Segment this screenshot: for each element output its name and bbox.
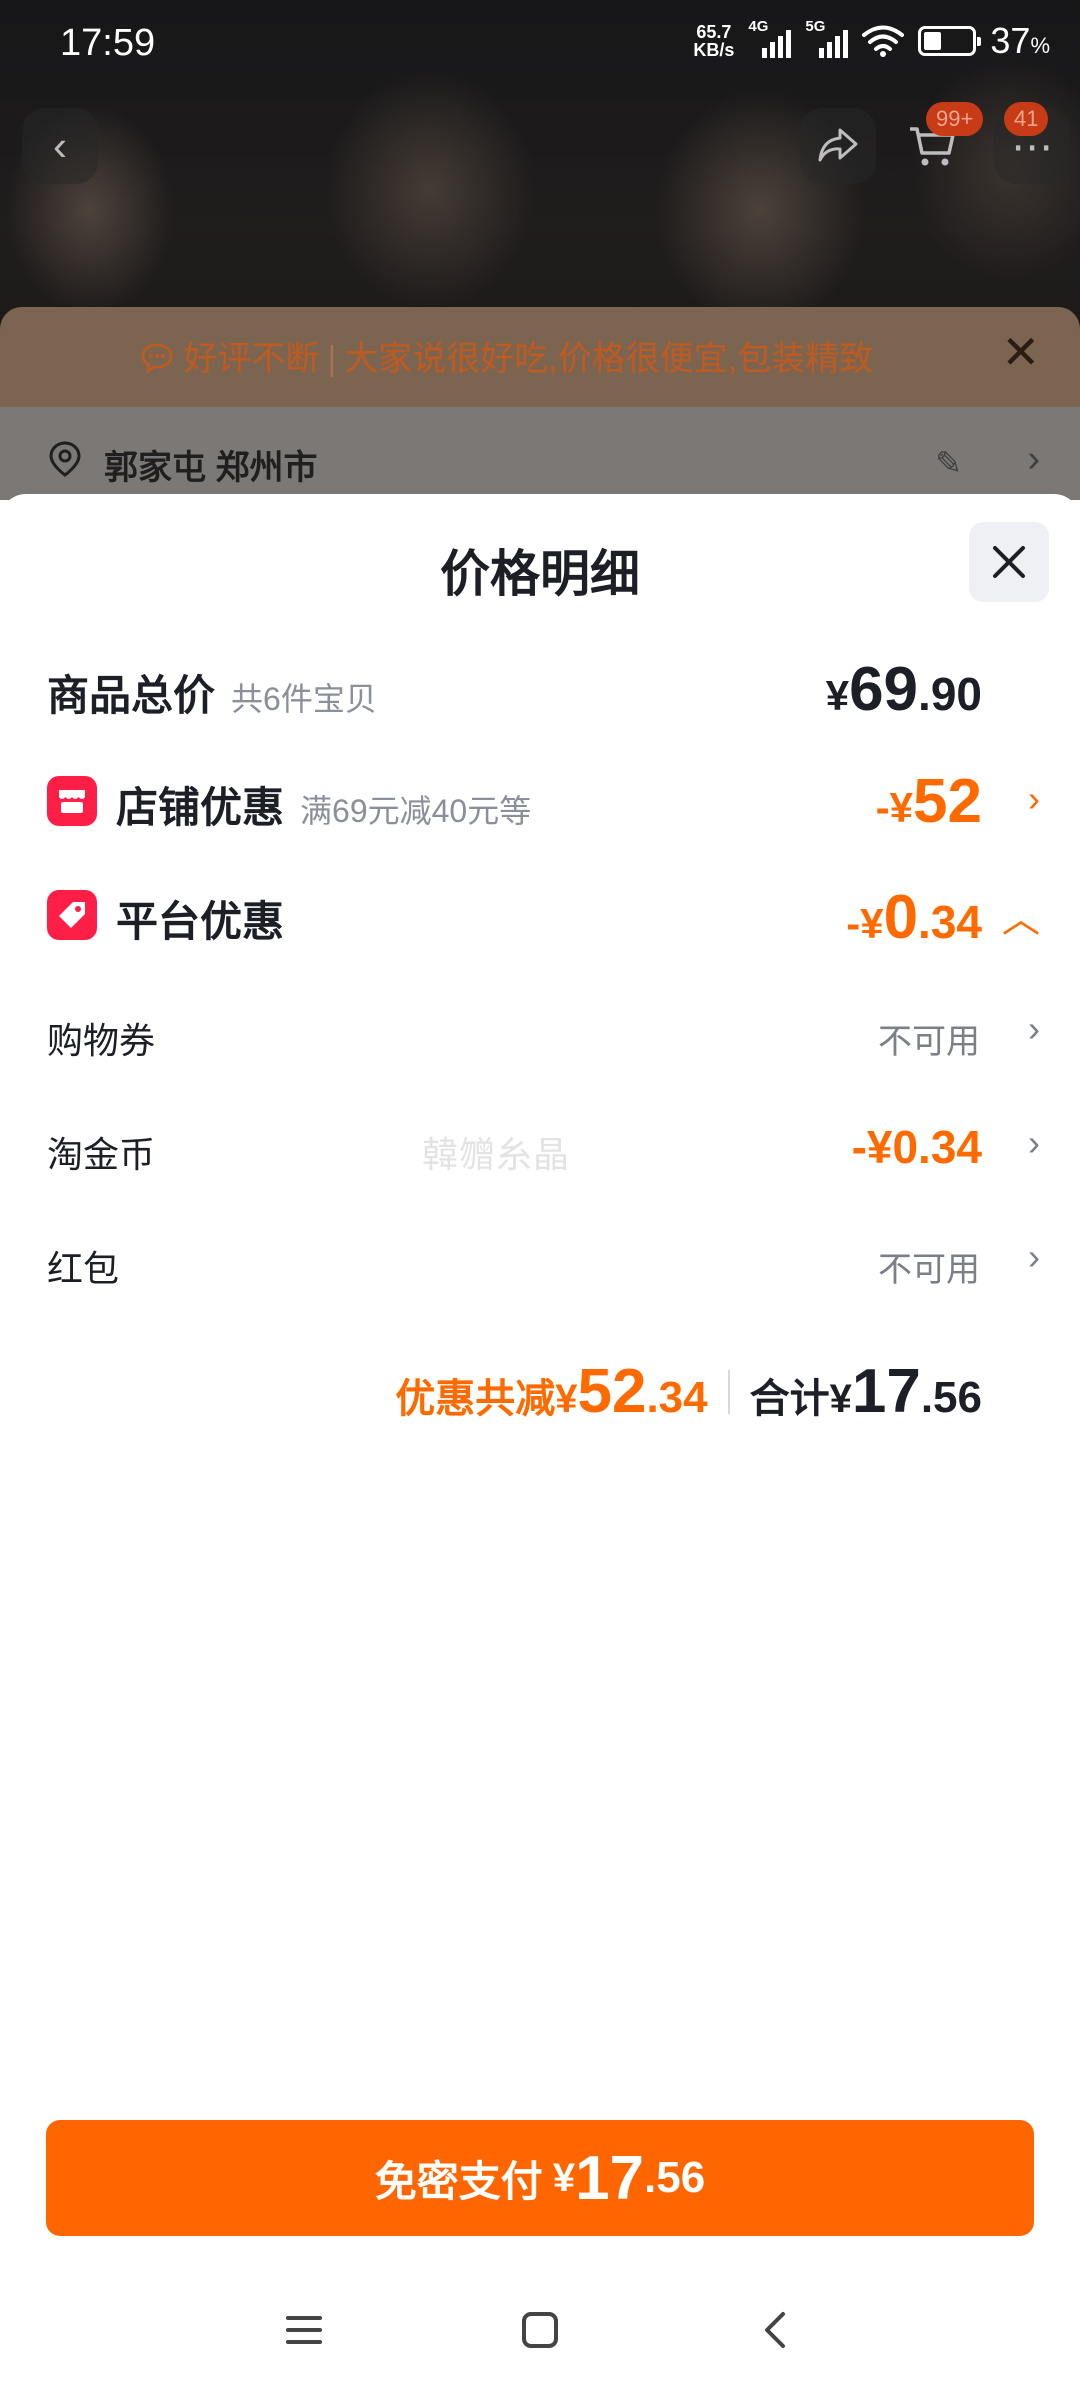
sheet-close-button[interactable] <box>969 522 1049 602</box>
address-chevron-right-icon[interactable]: › <box>1027 438 1040 481</box>
taojin-coin-value: -¥0.34 <box>851 1121 982 1173</box>
share-icon <box>818 128 858 162</box>
red-packet-label: 红包 <box>47 1248 120 1289</box>
pay-amount-dec: .56 <box>644 2153 706 2202</box>
coupon-row[interactable]: 购物券 不可用 › <box>0 1006 1080 1066</box>
network-speed-unit: KB/s <box>693 40 735 60</box>
store-discount-row[interactable]: 店铺优惠 满69元减40元等 -¥52 › <box>0 766 1080 842</box>
coupon-status: 不可用 <box>878 1023 980 1061</box>
chevron-right-icon: › <box>1028 778 1040 819</box>
sheet-title: 价格明细 <box>440 546 640 602</box>
pay-button-label: 免密支付 <box>374 2157 543 2205</box>
review-banner-text: 好评不断 | 大家说很好吃,价格很便宜,包装精致 <box>140 331 873 380</box>
platform-discount-label: 平台优惠 <box>116 898 285 945</box>
store-icon <box>47 776 97 826</box>
goods-total-label: 商品总价 共6件宝贝 <box>47 672 377 719</box>
network-speed: 65.7 KB/s <box>693 23 734 59</box>
summary-divider <box>727 1369 730 1414</box>
back-button[interactable]: ‹ <box>22 108 98 184</box>
pay-amount-int: 17 <box>575 2143 645 2213</box>
battery-icon <box>918 26 982 56</box>
discount-total-dec: .34 <box>646 1373 708 1422</box>
status-time: 17:59 <box>60 22 156 64</box>
chevron-right-icon: › <box>1028 1122 1040 1163</box>
message-badge: 41 <box>1004 102 1049 136</box>
pay-button[interactable]: 免密支付 ¥17.56 <box>46 2120 1034 2236</box>
address-text: 郭家屯 郑州市 <box>104 449 318 487</box>
discount-total-int: 52 <box>577 1357 647 1426</box>
chevron-right-icon: › <box>1028 1008 1040 1049</box>
store-discount-label: 店铺优惠 满69元减40元等 <box>116 784 532 831</box>
back-nav-icon[interactable] <box>756 2310 796 2350</box>
goods-count: 共6件宝贝 <box>231 681 377 717</box>
coupon-label: 购物券 <box>47 1020 156 1061</box>
network-speed-value: 65.7 <box>696 22 732 42</box>
status-icons: 65.7 KB/s 4G 5G 37% <box>693 18 1050 62</box>
price-summary: 优惠共减 ¥ 52 .34 合计 ¥ 17 .56 <box>395 1357 982 1426</box>
grand-total-dec: .56 <box>920 1373 982 1422</box>
review-banner: 好评不断 | 大家说很好吃,价格很便宜,包装精致 ✕ <box>0 307 1080 407</box>
close-icon <box>993 546 1025 578</box>
home-icon[interactable] <box>520 2310 560 2350</box>
banner-close-icon[interactable]: ✕ <box>1001 329 1040 375</box>
store-discount-rule: 满69元减40元等 <box>300 793 532 829</box>
chevron-right-icon: › <box>1028 1236 1040 1277</box>
grand-total-label: 合计 <box>749 1377 830 1421</box>
price-detail-sheet: 价格明细 商品总价 共6件宝贝 ¥69.90 店铺优惠 满69元减40元等 -¥52… <box>0 494 1080 2400</box>
watermark: 韓㬟糸晶 <box>422 1134 571 1175</box>
signal-4g-label: 4G <box>748 18 769 35</box>
cart-button[interactable]: 99+ <box>894 102 984 184</box>
signal-5g-label: 5G <box>805 18 826 35</box>
cart-badge: 99+ <box>926 102 984 136</box>
chat-bubble-icon <box>141 343 173 374</box>
system-nav-bar <box>0 2290 1080 2380</box>
share-button[interactable] <box>800 108 876 184</box>
platform-discount-value: -¥0.34 <box>846 883 982 952</box>
review-snippet: 大家说很好吃,价格很便宜,包装精致 <box>344 340 874 378</box>
location-pin-icon <box>49 441 81 477</box>
status-bar: 17:59 65.7 KB/s 4G 5G 37% <box>0 0 1080 90</box>
battery-level-fill <box>924 32 942 50</box>
signal-4g-icon: 4G <box>748 18 792 58</box>
review-tag: 好评不断 <box>183 340 320 378</box>
product-top-nav: ‹ 99+ ⋯ 41 <box>0 102 1080 188</box>
red-packet-status: 不可用 <box>878 1251 980 1289</box>
edit-address-icon[interactable]: ✎ <box>935 444 962 482</box>
more-button[interactable]: ⋯ 41 <box>994 102 1070 184</box>
red-packet-row[interactable]: 红包 不可用 › <box>0 1234 1080 1294</box>
battery-percent: 37% <box>990 20 1050 61</box>
store-discount-value: -¥52 <box>875 767 982 836</box>
tag-icon <box>47 890 97 940</box>
platform-discount-row[interactable]: 平台优惠 -¥0.34 ︿ <box>0 882 1080 958</box>
signal-5g-icon: 5G <box>805 18 849 58</box>
discount-total-label: 优惠共减 <box>395 1377 556 1421</box>
taojin-coin-label: 淘金币 <box>47 1134 156 1175</box>
goods-total-row: 商品总价 共6件宝贝 ¥69.90 <box>0 654 1080 724</box>
menu-icon[interactable] <box>284 2310 324 2350</box>
goods-total-value: ¥69.90 <box>825 655 982 724</box>
chevron-up-icon: ︿ <box>1001 899 1040 941</box>
grand-total-int: 17 <box>851 1357 921 1426</box>
wifi-icon <box>862 25 905 57</box>
chevron-left-icon: ‹ <box>53 122 67 169</box>
